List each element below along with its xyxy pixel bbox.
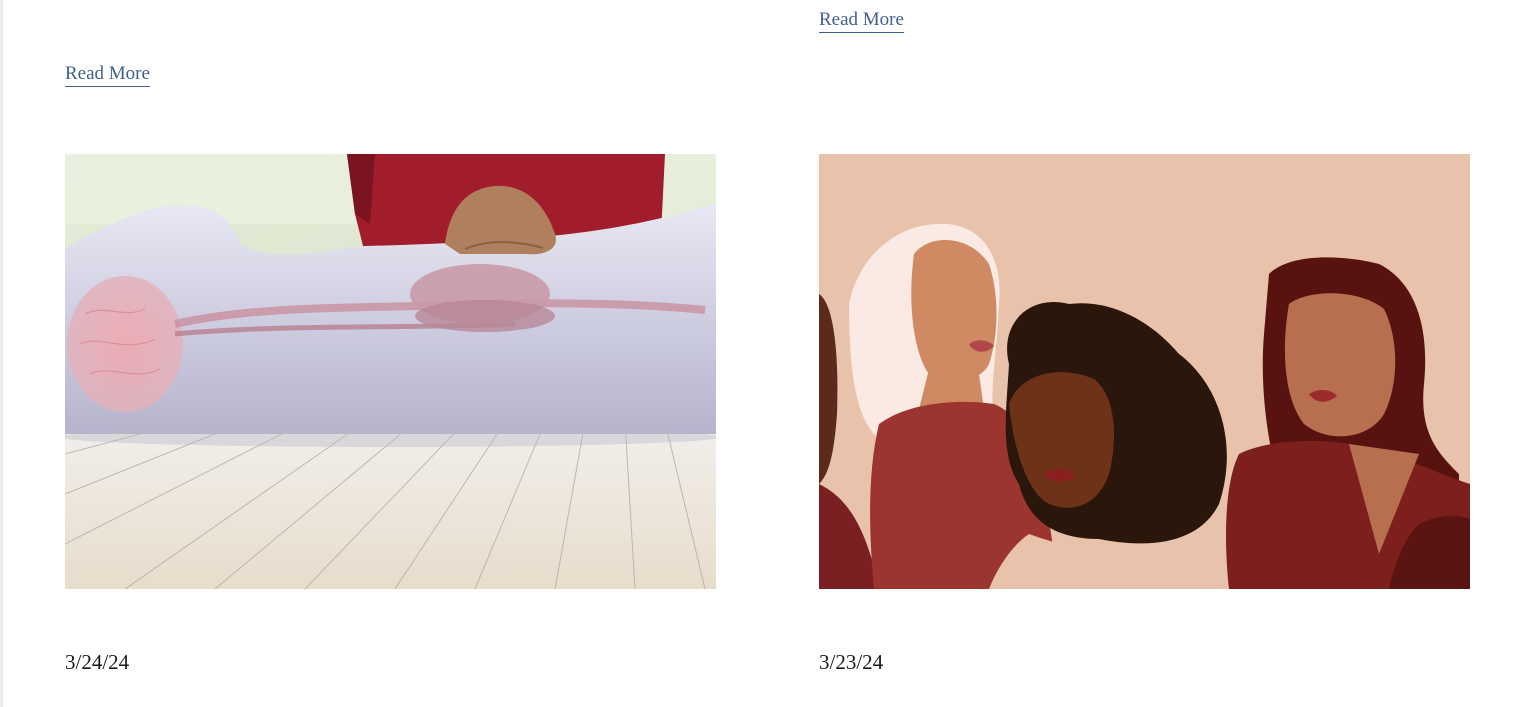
read-more-link[interactable]: Read More	[65, 63, 150, 87]
post-date: 3/23/24	[819, 650, 884, 674]
post-image-women[interactable]	[819, 154, 1470, 589]
page-left-border	[0, 0, 3, 707]
post-image-cpr[interactable]	[65, 154, 716, 589]
read-more-link[interactable]: Read More	[819, 9, 904, 33]
post-date: 3/24/24	[65, 650, 130, 674]
